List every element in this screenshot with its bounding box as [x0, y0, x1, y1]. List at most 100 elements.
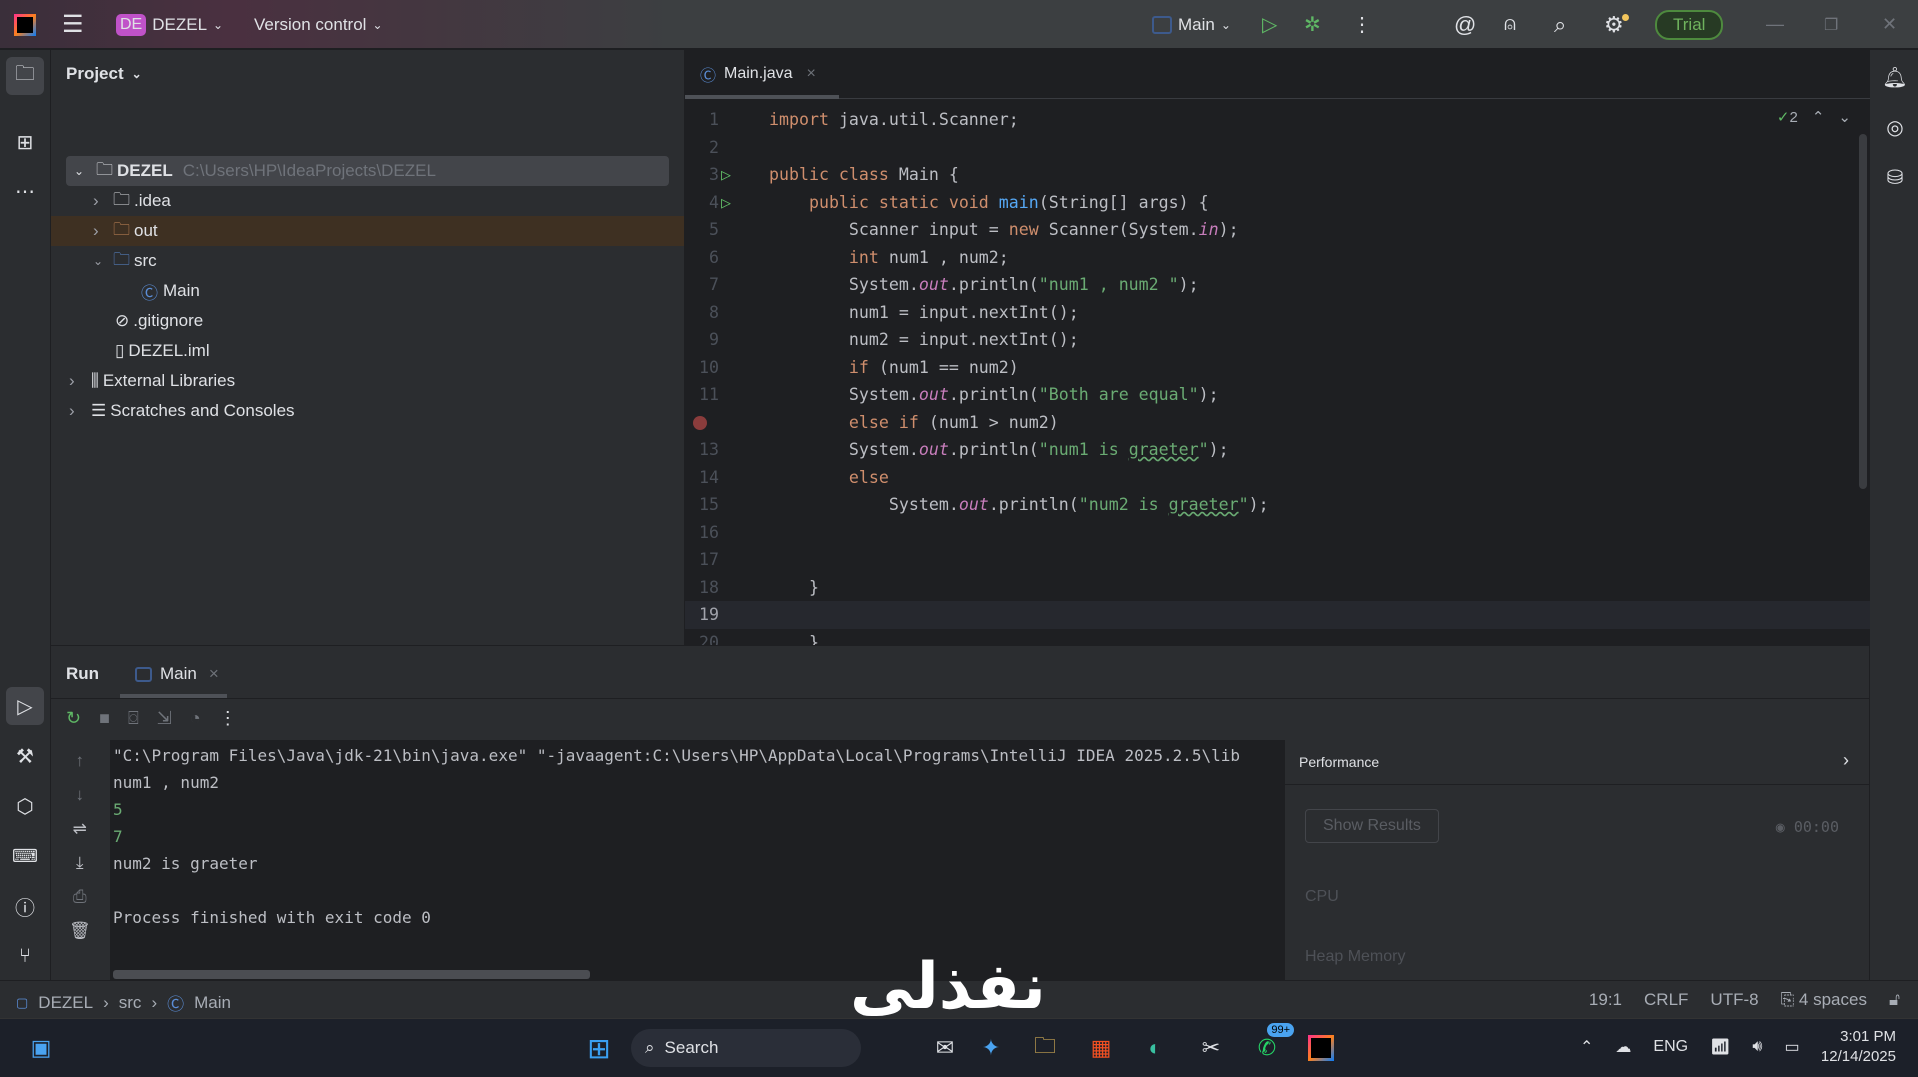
language-indicator[interactable]: ENG: [1653, 1038, 1688, 1056]
trial-button[interactable]: Trial: [1655, 9, 1724, 40]
whatsapp-icon[interactable]: ✆ 99+: [1248, 1023, 1294, 1067]
run-tool-icon[interactable]: ▷: [6, 687, 44, 725]
scroll-down-icon[interactable]: ↓: [76, 785, 85, 805]
caret-position[interactable]: 19:1: [1589, 990, 1622, 1010]
code-line[interactable]: 19: [685, 601, 1870, 629]
code-line[interactable]: 18 }: [685, 574, 1870, 602]
breakpoint-icon[interactable]: [693, 415, 707, 430]
tree-item-out[interactable]: › 🗀 out: [51, 216, 684, 246]
code-line[interactable]: 1 import java.util.Scanner;: [685, 106, 1870, 134]
run-config-selector[interactable]: Main ⌄: [1152, 0, 1231, 49]
restore-layout-icon[interactable]: ⇲: [157, 708, 172, 729]
line-number[interactable]: 10: [685, 354, 719, 382]
database-icon[interactable]: ⛁: [1876, 158, 1914, 196]
structure-icon[interactable]: ⊞: [6, 123, 44, 161]
line-number[interactable]: 16: [685, 519, 719, 547]
code-line[interactable]: 7 System.out.println("num1 , num2 ");: [685, 271, 1870, 299]
code-line[interactable]: 4 ▷ public static void main(String[] args…: [685, 189, 1870, 217]
line-number[interactable]: 18: [685, 574, 719, 602]
tree-root-dezel[interactable]: ⌄ 🗀 DEZEL C:\Users\HP\IdeaProjects\DEZEL: [66, 156, 669, 186]
screenshot-icon[interactable]: ⌼: [128, 708, 139, 729]
close-window-button[interactable]: ✕: [1882, 0, 1897, 49]
line-number[interactable]: 7: [685, 271, 719, 299]
tab-main-java[interactable]: Ⓒ Main.java ×: [700, 62, 816, 86]
breadcrumb-item[interactable]: DEZEL: [38, 993, 93, 1013]
line-number[interactable]: 13: [685, 436, 719, 464]
indent-setting[interactable]: ⎘ 4 spaces: [1781, 990, 1867, 1010]
minimize-button[interactable]: —: [1766, 0, 1784, 49]
stop-icon[interactable]: ■: [99, 708, 110, 729]
profiler-icon[interactable]: ◔: [190, 708, 201, 729]
onedrive-icon[interactable]: ☁: [1615, 1037, 1631, 1057]
taskbar-search[interactable]: ⌕ Search: [631, 1029, 861, 1067]
restore-button[interactable]: ❐: [1824, 0, 1838, 49]
tree-item-src[interactable]: ⌄ 🗀 src: [51, 246, 684, 276]
ai-assistant-icon[interactable]: @: [1454, 0, 1476, 49]
line-number[interactable]: 8: [685, 299, 719, 327]
services-icon[interactable]: ⬡: [6, 787, 44, 825]
console-horizontal-scrollbar[interactable]: [113, 970, 590, 979]
run-icon[interactable]: ▷: [1262, 0, 1277, 49]
line-number[interactable]: 9: [685, 326, 719, 354]
line-number[interactable]: 15: [685, 491, 719, 519]
search-icon[interactable]: ⌕: [1554, 0, 1566, 49]
tree-item-external-libraries[interactable]: › ⫼ External Libraries: [51, 366, 684, 396]
line-number[interactable]: 17: [685, 546, 719, 574]
code-editor[interactable]: Ⓒ Main.java × ✓2 ⌃ ⌄ 1 import java.util.Sc…: [684, 50, 1870, 652]
widgets-icon[interactable]: ▣: [22, 1029, 60, 1067]
soft-wrap-icon[interactable]: ⇌: [73, 819, 87, 839]
code-line[interactable]: 3 ▷ public class Main {: [685, 161, 1870, 189]
file-explorer-mail-icon[interactable]: ✉: [926, 1029, 964, 1067]
line-number[interactable]: 6: [685, 244, 719, 272]
add-user-icon[interactable]: ⍝: [1504, 0, 1516, 49]
code-line[interactable]: 17: [685, 546, 1870, 574]
line-number[interactable]: 19: [685, 601, 719, 629]
line-number[interactable]: 4: [685, 189, 719, 217]
scroll-up-icon[interactable]: ↑: [76, 751, 85, 771]
console-output[interactable]: "C:\Program Files\Java\jdk-21\bin\java.e…: [110, 740, 1284, 980]
clear-trash-icon[interactable]: 🗑︎: [69, 921, 91, 941]
line-number[interactable]: 3: [685, 161, 719, 189]
line-number[interactable]: 5: [685, 216, 719, 244]
terminal-icon[interactable]: ⌨: [6, 837, 44, 875]
code-line[interactable]: 10 if (num1 == num2): [685, 354, 1870, 382]
project-selector[interactable]: DE DEZEL ⌄: [116, 0, 223, 49]
close-tab-icon[interactable]: ×: [209, 664, 219, 684]
file-encoding[interactable]: UTF-8: [1710, 990, 1758, 1010]
wifi-icon[interactable]: 📶︎: [1710, 1037, 1730, 1057]
line-separator[interactable]: CRLF: [1644, 990, 1688, 1010]
lock-open-icon[interactable]: 🔓︎: [1889, 990, 1900, 1010]
git-icon[interactable]: ⑂: [6, 937, 44, 975]
line-number[interactable]: 1: [685, 106, 719, 134]
build-hammer-icon[interactable]: ⚒: [6, 737, 44, 775]
show-hidden-icons-chevron[interactable]: ⌃: [1580, 1037, 1593, 1057]
more-options-icon[interactable]: ⋮: [219, 708, 237, 729]
run-gutter-icon[interactable]: ▷: [721, 161, 731, 189]
run-tab-main[interactable]: Main ×: [135, 664, 219, 684]
project-view-selector[interactable]: Project ⌄: [66, 64, 142, 84]
code-line[interactable]: 13 System.out.println("num1 is graeter")…: [685, 436, 1870, 464]
code-line[interactable]: 16: [685, 519, 1870, 547]
breadcrumb-item[interactable]: src: [119, 993, 142, 1013]
debug-icon[interactable]: ✲: [1304, 0, 1321, 49]
line-number[interactable]: 14: [685, 464, 719, 492]
microsoft-store-icon[interactable]: ▦: [1082, 1029, 1120, 1067]
problems-icon[interactable]: ⓘ: [6, 887, 44, 925]
volume-icon[interactable]: 🔊︎: [1752, 1038, 1762, 1056]
more-actions-icon[interactable]: ⋮: [1352, 0, 1372, 49]
code-line[interactable]: 9 num2 = input.nextInt();: [685, 326, 1870, 354]
close-tab-icon[interactable]: ×: [807, 65, 816, 83]
main-menu-icon[interactable]: ☰: [62, 0, 84, 49]
settings-gear-icon[interactable]: ⚙: [1604, 0, 1629, 49]
code-line[interactable]: 5 Scanner input = new Scanner(System.in)…: [685, 216, 1870, 244]
code-line[interactable]: 8 num1 = input.nextInt();: [685, 299, 1870, 327]
code-line[interactable]: 2: [685, 134, 1870, 162]
rerun-icon[interactable]: ↻: [66, 708, 81, 729]
windows-start-icon[interactable]: ⊞: [580, 1029, 618, 1067]
tree-item-main[interactable]: Ⓒ Main: [51, 276, 684, 306]
tree-item-gitignore[interactable]: ⊘ .gitignore: [51, 306, 684, 336]
code-line[interactable]: 6 int num1 , num2;: [685, 244, 1870, 272]
tree-item-scratches[interactable]: › ☰ Scratches and Consoles: [51, 396, 684, 426]
breadcrumb-item[interactable]: Main: [194, 993, 231, 1013]
show-results-button[interactable]: Show Results: [1305, 809, 1439, 843]
